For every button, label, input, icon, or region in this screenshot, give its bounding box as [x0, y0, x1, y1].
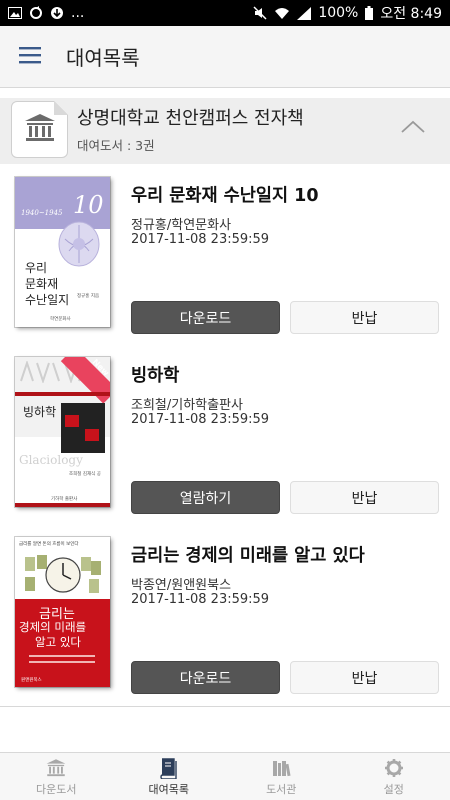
- nav-downloaded-books[interactable]: 다운도서: [0, 753, 113, 800]
- book-author: 조희철/기하학출판사: [131, 398, 244, 413]
- money-clock-illustration: [25, 555, 101, 593]
- book-cover[interactable]: 1940~1945 10 우리 문화재 수난일지 정규홍 지음 학연문화사: [15, 177, 110, 327]
- status-bar: ... 100% 오전 8:49: [0, 0, 450, 26]
- book-author: 박종연/원앤원북스: [131, 578, 232, 593]
- bottom-navigation: 다운도서 대여목록 도서관 설정: [0, 752, 450, 800]
- book-title[interactable]: 빙하학: [131, 362, 179, 387]
- nav-label: 대여목록: [148, 782, 189, 796]
- sync-icon: [29, 6, 43, 20]
- chevron-up-icon[interactable]: [398, 116, 428, 138]
- book-title[interactable]: 우리 문화재 수난일지 10: [131, 182, 319, 207]
- book-cover[interactable]: New 빙하학 Glaciology 조희철 김재식 공 기하학 출판사: [15, 357, 110, 507]
- download-button[interactable]: 다운로드: [131, 661, 280, 694]
- book-author: 정규홍/학연문화사: [131, 218, 232, 233]
- battery-text: 100%: [318, 5, 359, 21]
- download-icon: [50, 6, 64, 20]
- rental-count: 대여도서 : 3권: [77, 138, 155, 153]
- clock: 오전 8:49: [380, 6, 442, 22]
- museum-icon: [24, 113, 56, 147]
- app-bar: 대여목록: [0, 26, 450, 88]
- nav-settings[interactable]: 설정: [338, 753, 450, 800]
- book-title[interactable]: 금리는 경제의 미래를 알고 있다: [131, 542, 365, 567]
- gear-icon: [383, 757, 405, 779]
- gallery-icon: [8, 7, 22, 19]
- read-button[interactable]: 열람하기: [131, 481, 280, 514]
- mute-icon: [253, 6, 267, 20]
- museum-icon: [45, 757, 67, 779]
- book-item: 금리를 알면 돈의 흐름이 보인다 금리는 경제의 미래를 알고 있다 원앤원북…: [0, 532, 450, 712]
- nav-rental-list[interactable]: 대여목록: [113, 753, 226, 800]
- library-name: 상명대학교 천안캠퍼스 전자책: [77, 108, 304, 129]
- wifi-icon: [274, 7, 290, 20]
- menu-button[interactable]: [0, 26, 60, 88]
- battery-icon: [365, 6, 374, 20]
- vase-illustration: [58, 221, 100, 267]
- book-item: New 빙하학 Glaciology 조희철 김재식 공 기하학 출판사 빙하학…: [0, 352, 450, 532]
- return-button[interactable]: 반납: [290, 301, 439, 334]
- nav-label: 도서관: [266, 782, 297, 796]
- book-item: 1940~1945 10 우리 문화재 수난일지 정규홍 지음 학연문화사 우리…: [0, 172, 450, 352]
- due-date: 2017-11-08 23:59:59: [131, 412, 270, 427]
- download-button[interactable]: 다운로드: [131, 301, 280, 334]
- nav-library[interactable]: 도서관: [225, 753, 338, 800]
- nav-label: 다운도서: [36, 782, 77, 796]
- list-divider: [0, 706, 450, 707]
- page-title: 대여목록: [66, 46, 140, 70]
- books-icon: [158, 757, 180, 779]
- library-logo: [11, 101, 68, 158]
- signal-icon: [297, 6, 312, 20]
- return-button[interactable]: 반납: [290, 481, 439, 514]
- more-notifications: ...: [71, 5, 85, 21]
- return-button[interactable]: 반납: [290, 661, 439, 694]
- nav-label: 설정: [383, 782, 404, 796]
- due-date: 2017-11-08 23:59:59: [131, 592, 270, 607]
- library-shelf-icon: [270, 757, 292, 779]
- book-cover[interactable]: 금리를 알면 돈의 흐름이 보인다 금리는 경제의 미래를 알고 있다 원앤원북…: [15, 537, 110, 687]
- library-header[interactable]: 상명대학교 천안캠퍼스 전자책 대여도서 : 3권: [0, 98, 450, 164]
- hamburger-menu-icon: [19, 46, 41, 68]
- due-date: 2017-11-08 23:59:59: [131, 232, 270, 247]
